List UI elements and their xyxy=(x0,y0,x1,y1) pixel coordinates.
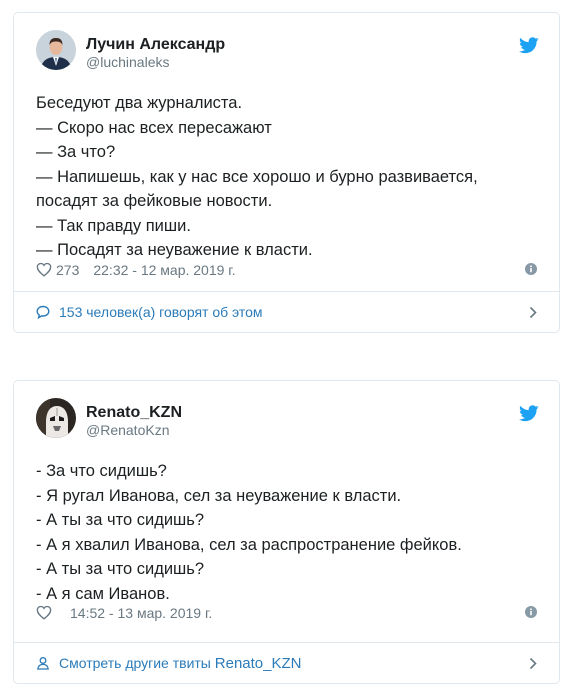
tweet-text-line: Беседуют два журналиста. xyxy=(36,94,243,112)
twitter-bird-icon[interactable] xyxy=(519,37,539,54)
tweet-text-line: — Так правду пиши. xyxy=(36,216,191,235)
timestamp[interactable]: 14:52 - 13 мар. 2019 г. xyxy=(70,605,212,621)
tweet-meta: 273 22:32 - 12 мар. 2019 г. xyxy=(36,261,537,279)
tweet-text-line: — Посадят за неуважение к власти. xyxy=(36,241,313,259)
author-names: Renato_KZN @RenatoKzn xyxy=(86,403,182,439)
author-display-name[interactable]: Лучин Александр xyxy=(86,35,225,54)
tweet-text-line: - Я ругал Иванова, сел за неуважение к в… xyxy=(36,486,402,505)
chevron-right-icon xyxy=(529,657,537,670)
tweet-text: - За что сидишь? - Я ругал Иванова, сел … xyxy=(36,459,545,606)
author-handle[interactable]: @luchinaleks xyxy=(86,54,225,71)
like-count[interactable]: 273 xyxy=(56,262,79,278)
tweet-text-line: - А ты за что сидишь? xyxy=(36,560,205,578)
speech-bubble-icon xyxy=(36,305,50,319)
avatar[interactable] xyxy=(36,30,76,70)
tweet-meta: 14:52 - 13 мар. 2019 г. xyxy=(36,604,537,622)
tweet-text-line: - А я сам Иванов. xyxy=(36,584,170,603)
heart-icon[interactable] xyxy=(36,605,52,620)
more-tweets-prefix: Смотреть другие твиты xyxy=(59,655,211,671)
author-handle[interactable]: @RenatoKzn xyxy=(86,422,182,439)
tweet-text-line: - А ты за что сидишь? xyxy=(36,511,205,529)
person-icon xyxy=(36,656,50,670)
author-display-name[interactable]: Renato_KZN xyxy=(86,403,182,422)
tweet-text-line: - А я хвалил Иванова, сел за распростран… xyxy=(36,535,462,554)
conversation-link-label[interactable]: 153 человек(а) говорят об этом xyxy=(59,292,263,332)
heart-icon[interactable] xyxy=(36,262,52,277)
chevron-right-icon xyxy=(529,306,537,319)
avatar[interactable] xyxy=(36,398,76,438)
stormtrooper-avatar-icon xyxy=(36,398,76,438)
tweet-header: Renato_KZN @RenatoKzn xyxy=(14,381,559,443)
tweet-text-line: — За что? xyxy=(36,143,116,161)
info-icon[interactable] xyxy=(525,606,537,618)
more-tweets-link[interactable]: Смотреть другие твиты Renato_KZN xyxy=(14,642,559,683)
tweet-text-line: - За что сидишь? xyxy=(36,462,167,480)
info-icon[interactable] xyxy=(525,263,537,275)
tweet-card: Renato_KZN @RenatoKzn - За что сидишь? -… xyxy=(13,380,560,684)
author-names: Лучин Александр @luchinaleks xyxy=(86,35,225,71)
tweet-text-line: — Напишешь, как у нас все хорошо и бурно… xyxy=(36,167,478,186)
more-tweets-link-label[interactable]: Смотреть другие твиты Renato_KZN xyxy=(59,643,301,684)
tweet-card: Лучин Александр @luchinaleks Беседуют дв… xyxy=(13,12,560,333)
conversation-link[interactable]: 153 человек(а) говорят об этом xyxy=(14,291,559,332)
tweet-header: Лучин Александр @luchinaleks xyxy=(14,13,559,75)
person-in-suit-avatar-icon xyxy=(36,30,76,70)
tweet-text: Беседуют два журналиста. — Скоро нас все… xyxy=(36,91,545,263)
timestamp[interactable]: 22:32 - 12 мар. 2019 г. xyxy=(93,262,235,278)
twitter-bird-icon[interactable] xyxy=(519,405,539,422)
tweet-text-line: посадят за фейковые новости. xyxy=(36,192,273,210)
more-tweets-username: Renato_KZN xyxy=(214,655,302,672)
tweet-text-line: — Скоро нас всех пересажают xyxy=(36,118,272,137)
